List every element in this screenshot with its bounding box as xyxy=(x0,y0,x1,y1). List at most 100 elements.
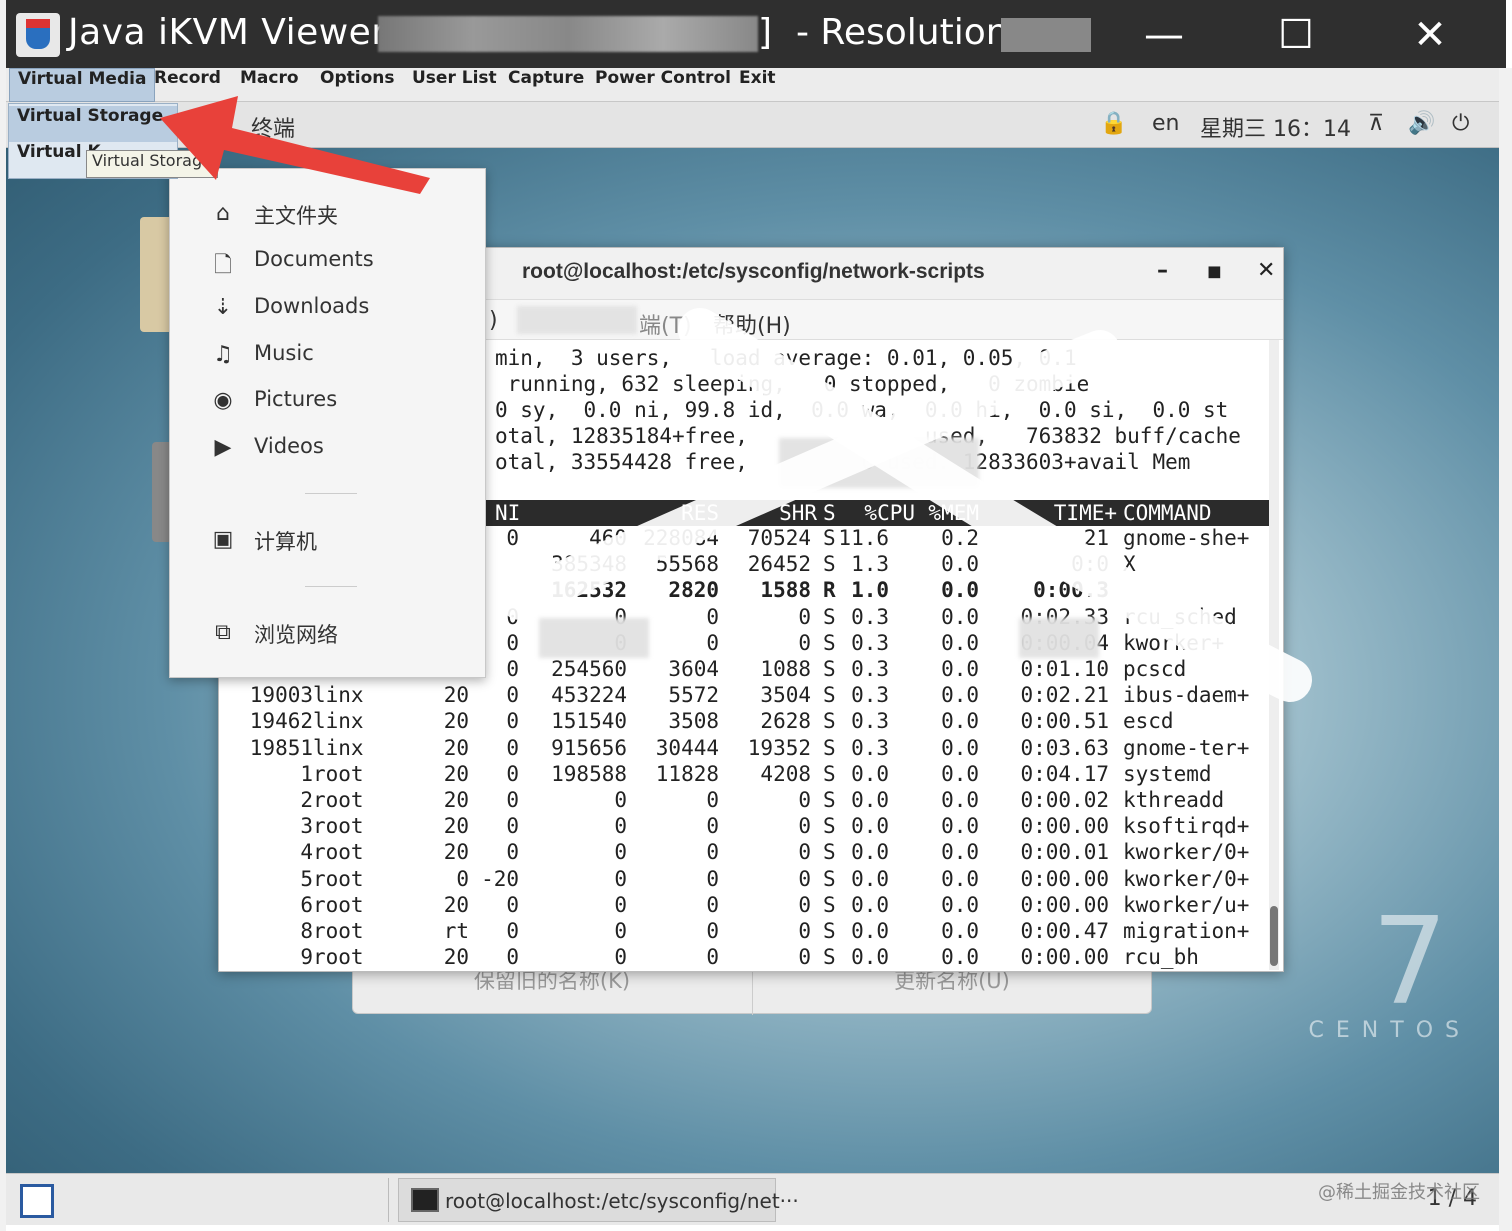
remote-desktop[interactable]: 终端 🔒 en 星期三 16：14 ⊼ 🔊 ⏻ 7 CENTOS 保留旧的名称(… xyxy=(6,102,1499,1173)
process-row: 3 root 20 0 0 0 0 S 0.0 0.0 0:00.00 ksoftirqd+ xyxy=(219,814,1269,840)
scrollbar-thumb[interactable] xyxy=(1270,906,1278,966)
top-summary-line: min, 3 users, load average: 0.01, 0.05, … xyxy=(495,346,1077,370)
volume-icon[interactable]: 🔊 xyxy=(1408,111,1435,136)
menu-macro[interactable]: Macro xyxy=(232,68,307,102)
window-resolution: - Resolution xyxy=(796,12,1009,53)
process-cell-ni: 0 xyxy=(506,709,519,734)
terminal-scrollbar[interactable] xyxy=(1269,340,1279,970)
terminal-title: root@localhost:/etc/sysconfig/network-sc… xyxy=(522,260,985,283)
close-button[interactable]: ✕ xyxy=(1400,10,1460,60)
process-cell-time: 0:00.00 xyxy=(1020,814,1109,839)
process-cell-pid: 5 xyxy=(300,866,313,891)
process-cell-s: S xyxy=(823,657,836,681)
process-cell-res: 0 xyxy=(706,604,719,629)
terminal-menu-paren[interactable]: ) xyxy=(489,308,498,333)
java-icon xyxy=(16,13,60,57)
minimize-button[interactable]: — xyxy=(1134,10,1194,60)
terminal-minimize-button[interactable]: – xyxy=(1157,258,1168,283)
terminal-maximize-button[interactable]: ◼ xyxy=(1207,261,1222,282)
taskbar-terminal-task[interactable]: root@localhost:/etc/sysconfig/net··· xyxy=(398,1178,799,1222)
process-cell-time: 0:01.10 xyxy=(1020,657,1109,681)
menu-virtual-media[interactable]: Virtual Media xyxy=(9,68,156,102)
terminal-menu-help[interactable]: 帮助(H) xyxy=(713,308,791,340)
places-item-label: 计算机 xyxy=(254,530,317,554)
process-cell-res: 0 xyxy=(706,945,719,970)
process-cell-s: S xyxy=(823,788,836,812)
process-cell-ni: 0 xyxy=(506,604,519,629)
process-cell-virt: 0 xyxy=(614,866,627,891)
document-icon: 🗋 xyxy=(214,253,232,278)
process-cell-cmd: kthreadd xyxy=(1123,788,1225,812)
process-cell-s: S xyxy=(823,552,836,577)
process-cell-cmd: rcu_sched xyxy=(1123,604,1237,629)
maximize-button[interactable]: ☐ xyxy=(1266,10,1326,60)
process-cell-res: 0 xyxy=(706,892,719,917)
process-cell-ni: 0 xyxy=(506,683,519,708)
process-cell-time: 0:00.00 xyxy=(1020,945,1109,970)
menu-item-virtual-storage[interactable]: Virtual Storage xyxy=(9,106,177,142)
terminal-close-button[interactable]: ✕ xyxy=(1257,258,1275,283)
places-item-documents[interactable]: 🗋 Documents xyxy=(170,238,485,282)
process-cell-ni: 0 xyxy=(506,840,519,865)
process-cell-cpu: 0.0 xyxy=(851,866,889,891)
process-cell-virt: 915656 xyxy=(551,735,627,760)
menu-power-control[interactable]: Power Control xyxy=(587,68,739,102)
menu-record[interactable]: Record xyxy=(146,68,229,102)
process-cell-shr: 0 xyxy=(798,840,811,865)
process-cell-pid: 2 xyxy=(300,788,313,812)
topbar-datetime[interactable]: 星期三 16：14 xyxy=(1200,111,1351,143)
process-cell-time: 0:00.02 xyxy=(1020,788,1109,812)
places-item-videos[interactable]: ▶ Videos xyxy=(170,425,485,469)
header-command: COMMAND xyxy=(1123,501,1212,525)
process-cell-s: S xyxy=(823,630,836,655)
process-cell-mem: 0.0 xyxy=(941,657,979,681)
show-desktop-button[interactable] xyxy=(20,1184,54,1218)
menu-exit[interactable]: Exit xyxy=(731,68,784,102)
menu-user-list[interactable]: User List xyxy=(404,68,505,102)
process-cell-pr: 20 xyxy=(443,840,469,865)
process-cell-pid: 19003 xyxy=(249,683,313,708)
places-item-network[interactable]: ⧉ 浏览网络 xyxy=(170,610,485,654)
terminal-menu-terminal[interactable]: 端(T) xyxy=(639,308,692,340)
process-cell-time: 0:00.3 xyxy=(1033,578,1109,603)
process-cell-shr: 1088 xyxy=(760,657,811,681)
process-cell-user: linx xyxy=(313,709,364,734)
menu-options[interactable]: Options xyxy=(312,68,402,102)
process-cell-res: 0 xyxy=(706,630,719,655)
process-cell-user: root xyxy=(313,945,364,970)
network-icon[interactable]: ⊼ xyxy=(1368,111,1384,136)
menu-capture[interactable]: Capture xyxy=(500,68,592,102)
process-row: 4 root 20 0 0 0 0 S 0.0 0.0 0:00.01 kworker/0+ xyxy=(219,840,1269,866)
places-item-music[interactable]: ♫ Music xyxy=(170,332,485,376)
header-shr: SHR xyxy=(779,501,817,525)
header-ni: NI xyxy=(495,501,521,525)
places-item-computer[interactable]: ▣ 计算机 xyxy=(170,517,485,561)
process-cell-ni: 0 xyxy=(506,892,519,917)
process-cell-pr: 20 xyxy=(443,814,469,839)
process-cell-virt: 460 xyxy=(589,526,627,550)
places-item-home[interactable]: ⌂ 主文件夹 xyxy=(170,191,485,235)
power-icon[interactable]: ⏻ xyxy=(1452,111,1469,136)
process-cell-cmd: X xyxy=(1123,552,1136,577)
topbar-lang[interactable]: en xyxy=(1152,111,1179,136)
header-res: RES xyxy=(681,501,719,525)
process-cell-cpu: 0.3 xyxy=(851,630,889,655)
lock-icon[interactable]: 🔒 xyxy=(1100,111,1127,136)
process-cell-cmd: rcu_bh xyxy=(1123,945,1199,970)
process-cell-shr: 0 xyxy=(798,630,811,655)
process-cell-mem: 0.0 xyxy=(941,552,979,577)
process-cell-shr: 1588 xyxy=(760,578,811,603)
process-cell-ni: -20 xyxy=(481,866,519,891)
places-item-downloads[interactable]: ⇣ Downloads xyxy=(170,285,485,329)
process-cell-res: 55568 xyxy=(655,552,719,577)
window-titlebar[interactable]: Java iKVM Viewer v ] - Resolution — ☐ ✕ xyxy=(6,0,1506,68)
topbar-app-label[interactable]: 终端 xyxy=(251,111,295,143)
places-item-pictures[interactable]: ◉ Pictures xyxy=(170,378,485,422)
gnome-topbar: 终端 🔒 en 星期三 16：14 ⊼ 🔊 ⏻ xyxy=(6,102,1499,148)
process-cell-pid: 19462 xyxy=(249,709,313,734)
process-cell-shr: 0 xyxy=(798,866,811,891)
process-cell-pr: 0 xyxy=(456,866,469,891)
process-row: 8 root rt 0 0 0 0 S 0.0 0.0 0:00.47 migration+ xyxy=(219,919,1269,945)
process-row: 6 root 20 0 0 0 0 S 0.0 0.0 0:00.00 kworker/u+ xyxy=(219,893,1269,919)
process-cell-res: 11828 xyxy=(655,761,719,786)
